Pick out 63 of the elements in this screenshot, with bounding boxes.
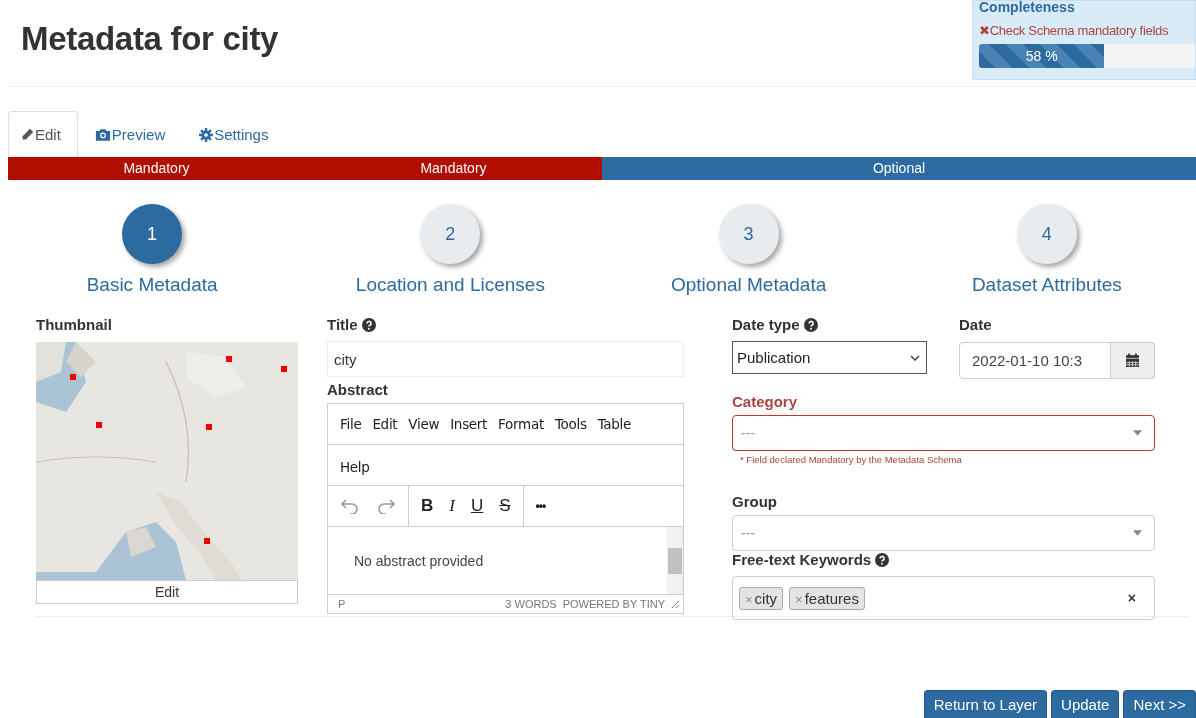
field-label: Abstract (327, 381, 388, 398)
caret-icon[interactable] (1133, 530, 1142, 536)
title-input[interactable]: city (327, 341, 684, 377)
field-label: Free-text Keywords (732, 551, 872, 568)
tab[interactable]: Preview (81, 111, 183, 157)
action-button[interactable]: Update (1051, 690, 1120, 718)
warning-link[interactable]: ✖Check Schema mandatory fields (979, 23, 1195, 38)
panel-heading: Completeness (979, 1, 1076, 13)
edit-thumbnail-button[interactable]: Edit (36, 580, 298, 604)
menu-item[interactable]: File (328, 404, 362, 444)
action-button[interactable]: Next >> (1123, 690, 1196, 718)
page-title: Metadata for city (21, 20, 279, 59)
field-label: Thumbnail (36, 316, 112, 333)
error-message: * Field declared Mandatory by the Metadata Schema (740, 454, 963, 465)
element-path: P (338, 598, 346, 610)
progress-fill: 58 % (979, 44, 1105, 68)
camera-icon (94, 128, 111, 141)
gear-icon (199, 127, 214, 142)
section-bar: Mandatory (8, 157, 305, 180)
caret-icon[interactable] (1133, 430, 1142, 436)
help-icon[interactable] (803, 317, 818, 332)
section-bar: Mandatory (305, 157, 602, 180)
calendar-icon (1125, 353, 1140, 368)
tab[interactable]: Settings (186, 111, 286, 157)
step-circle[interactable]: 4 (1016, 204, 1077, 264)
chevron-icon[interactable] (910, 354, 920, 361)
field-label: Title (327, 316, 358, 333)
scrollbar[interactable] (667, 527, 683, 594)
help-icon[interactable] (875, 552, 890, 567)
italic-button[interactable]: I (449, 496, 455, 516)
strike-button[interactable]: S (499, 496, 511, 516)
field-label: Group (732, 493, 777, 510)
menu-item[interactable]: Edit (360, 404, 398, 444)
resize-handle-icon[interactable] (671, 600, 679, 608)
help-icon[interactable] (361, 317, 376, 332)
editor-text: No abstract provided (353, 552, 485, 569)
word-count: 3 WORDS (505, 598, 557, 610)
step-label[interactable]: Basic Metadata (86, 274, 218, 296)
section-bar: Optional (602, 157, 1196, 180)
action-button[interactable]: Return to Layer (923, 690, 1048, 718)
step-circle[interactable]: 2 (420, 204, 481, 264)
more-button[interactable]: ••• (535, 499, 546, 513)
field-label: Date type (732, 316, 800, 333)
keywords-field[interactable]: ×city ×features × (732, 576, 1155, 620)
menu-item[interactable]: Insert (438, 404, 488, 444)
branding-link[interactable]: POWERED BY TINY (562, 598, 665, 610)
date-input[interactable]: 2022-01-10 10:3 (959, 342, 1111, 379)
clear-button[interactable]: × (1127, 590, 1136, 606)
step-label[interactable]: Optional Metadata (671, 274, 827, 296)
step-label[interactable]: Location and Licenses (355, 274, 545, 296)
menu-item[interactable]: Format (486, 404, 544, 444)
field-label: Date (959, 316, 992, 333)
step-circle[interactable]: 1 (122, 204, 183, 264)
underline-button[interactable]: U (470, 496, 484, 516)
keyword-tag[interactable]: ×city (739, 586, 784, 610)
bold-button[interactable]: B (421, 496, 434, 516)
keyword-tag[interactable]: ×features (789, 586, 865, 610)
step-circle[interactable]: 3 (718, 204, 779, 264)
date-type-select[interactable]: Publication (732, 341, 927, 374)
step-label[interactable]: Dataset Attributes (971, 274, 1122, 296)
pencil-icon (21, 128, 34, 141)
calendar-button[interactable] (1111, 342, 1155, 379)
field-label: Category (732, 393, 798, 410)
